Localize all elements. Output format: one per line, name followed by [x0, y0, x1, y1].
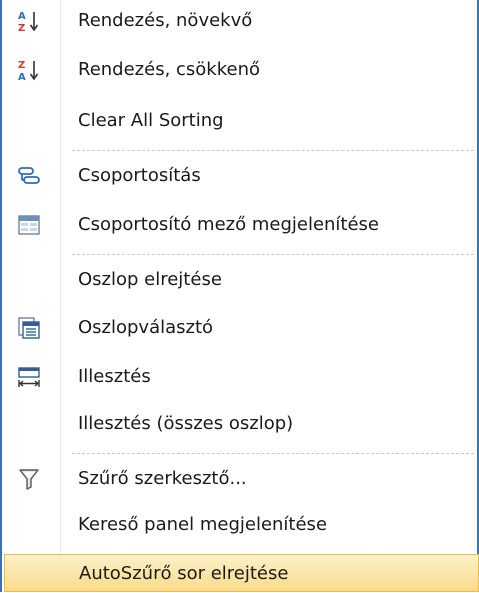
menu-item-show-find-panel[interactable]: Kereső panel megjelenítése: [4, 505, 479, 545]
menu-item-label: Illesztés (összes oszlop): [78, 413, 294, 434]
menu-item-label: Kereső panel megjelenítése: [78, 514, 328, 535]
group-panel-icon: [17, 213, 41, 237]
menu-item-label: Oszlopválasztó: [78, 317, 214, 338]
menu-item-label: Csoportosítás: [78, 165, 201, 186]
menu-item-best-fit[interactable]: Illesztés: [4, 357, 479, 397]
menu-item-show-group-panel[interactable]: Csoportosító mező megjelenítése: [4, 205, 479, 245]
menu-item-sort-ascending[interactable]: A Z Rendezés, növekvő: [4, 1, 479, 41]
menu-item-label: Rendezés, növekvő: [78, 10, 253, 31]
filter-icon: [17, 467, 41, 491]
menu-item-filter-editor[interactable]: Szűrő szerkesztő...: [4, 459, 479, 499]
menu-item-sort-descending[interactable]: Z A Rendezés, csökkenő: [4, 50, 479, 90]
svg-text:Z: Z: [18, 60, 25, 71]
menu-separator: [72, 150, 474, 151]
menu-separator: [72, 254, 474, 255]
menu-item-hide-auto-filter-row[interactable]: AutoSzűrő sor elrejtése: [4, 554, 479, 592]
sort-ascending-icon: A Z: [17, 9, 41, 33]
menu-item-label: Illesztés: [78, 366, 151, 387]
menu-item-column-chooser[interactable]: Oszlopválasztó: [4, 308, 479, 348]
menu-item-label: AutoSzűrő sor elrejtése: [79, 563, 289, 584]
svg-text:A: A: [18, 72, 26, 82]
menu-item-label: Szűrő szerkesztő...: [78, 468, 247, 489]
menu-item-label: Csoportosító mező megjelenítése: [78, 214, 380, 235]
menu-item-label: Oszlop elrejtése: [78, 269, 222, 290]
context-menu: A Z Rendezés, növekvő Z A Rendezés, csök…: [0, 0, 479, 592]
svg-text:Z: Z: [18, 23, 25, 33]
menu-item-group-by[interactable]: Csoportosítás: [4, 156, 479, 196]
svg-text:A: A: [18, 11, 26, 22]
menu-item-label: Clear All Sorting: [78, 110, 224, 131]
menu-item-best-fit-all-columns[interactable]: Illesztés (összes oszlop): [4, 404, 479, 444]
menu-separator: [72, 453, 474, 454]
sort-descending-icon: Z A: [17, 58, 41, 82]
group-by-icon: [17, 164, 41, 188]
best-fit-icon: [17, 365, 41, 389]
menu-item-clear-all-sorting[interactable]: Clear All Sorting: [4, 101, 479, 141]
column-chooser-icon: [17, 316, 41, 340]
menu-item-label: Rendezés, csökkenő: [78, 59, 261, 80]
menu-item-hide-column[interactable]: Oszlop elrejtése: [4, 260, 479, 300]
